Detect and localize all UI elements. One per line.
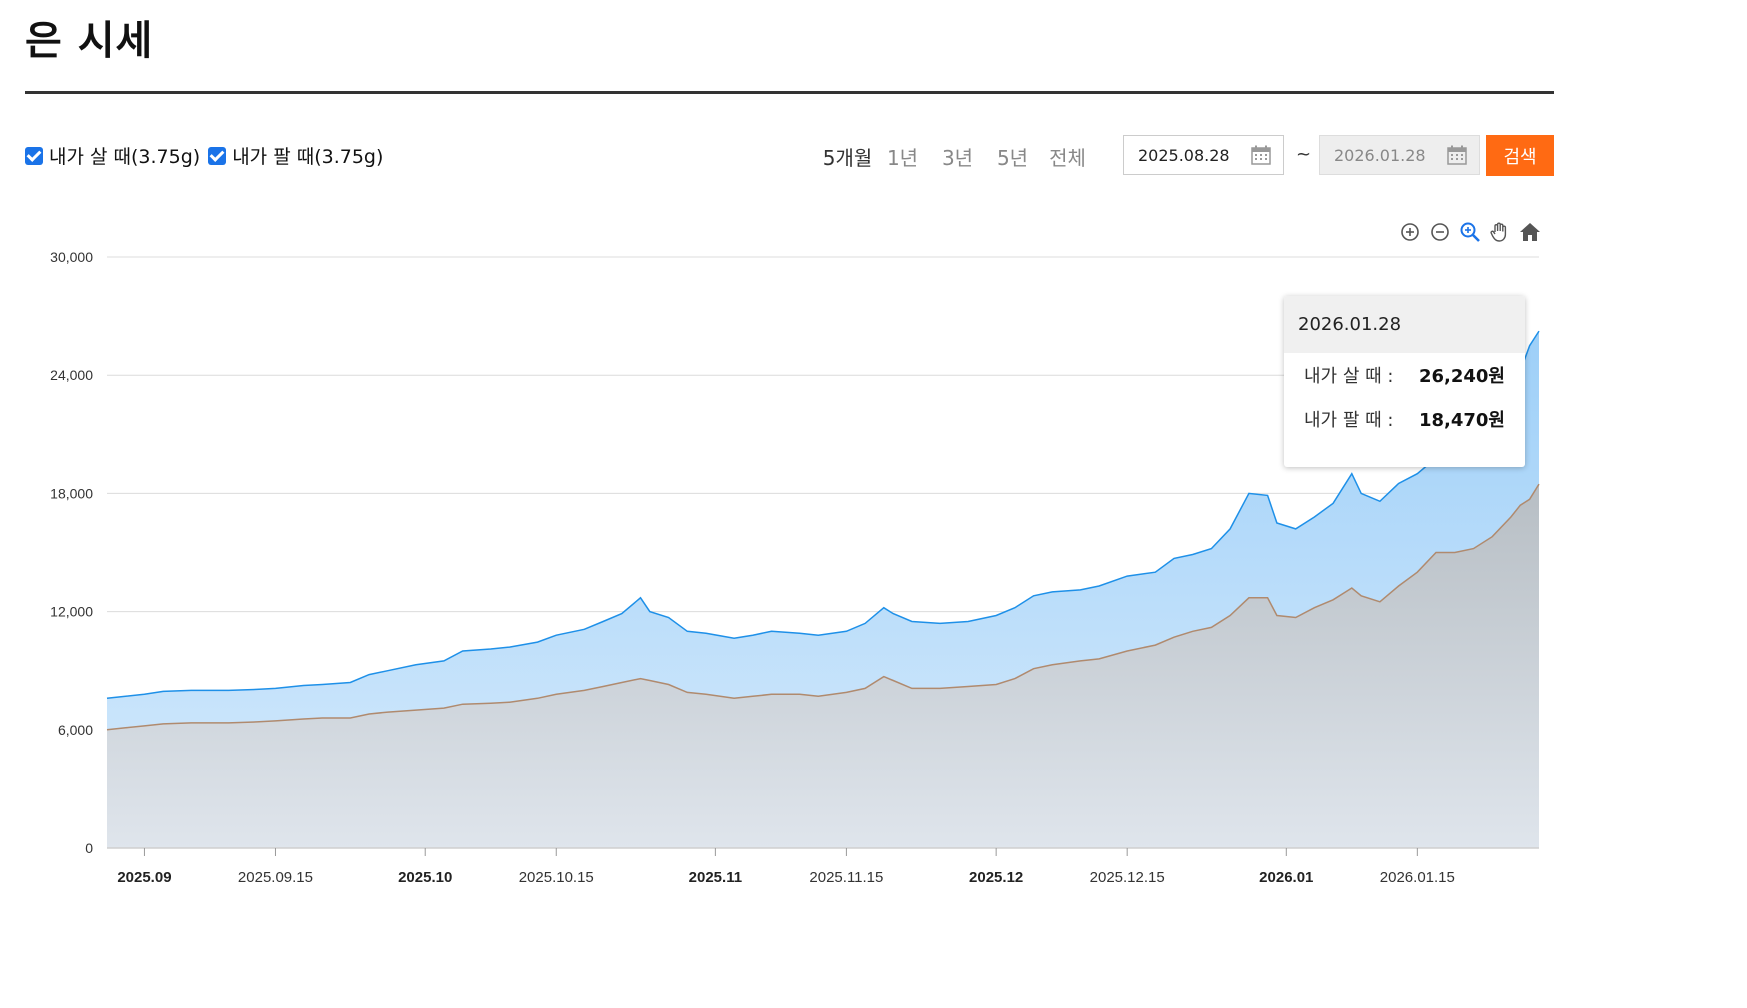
y-axis: 0 6,000 12,000 18,000 24,000 30,000 (50, 249, 93, 856)
legend-buy[interactable]: 내가 살 때(3.75g) (25, 142, 200, 169)
end-date-input[interactable]: 2026.01.28 (1319, 135, 1480, 175)
title-divider (25, 91, 1554, 94)
search-button[interactable]: 검색 (1486, 135, 1554, 176)
start-date-value: 2025.08.28 (1138, 145, 1230, 165)
x-tick-label: 2025.12.15 (1090, 869, 1165, 886)
calendar-icon[interactable] (1251, 145, 1271, 165)
tooltip-buy-label: 내가 살 때 : (1304, 366, 1394, 387)
legend-buy-label: 내가 살 때(3.75g) (49, 146, 201, 168)
tooltip-date: 2026.01.28 (1284, 296, 1525, 353)
calendar-icon[interactable] (1447, 145, 1467, 165)
tooltip-sell-label: 내가 팔 때 : (1304, 410, 1394, 431)
x-tick-label: 2025.10 (398, 869, 452, 886)
y-tick-label: 12,000 (50, 604, 93, 620)
x-tick-label: 2025.12 (969, 869, 1023, 886)
period-5-months[interactable]: 5개월 (820, 142, 875, 171)
y-tick-label: 6,000 (58, 722, 93, 738)
end-date-value: 2026.01.28 (1334, 145, 1426, 165)
x-tick-label: 2025.09 (117, 869, 171, 886)
y-tick-label: 24,000 (50, 367, 93, 383)
start-date-input[interactable]: 2025.08.28 (1123, 135, 1284, 175)
y-tick-label: 0 (85, 840, 93, 856)
chart-tooltip: 2026.01.28 내가 살 때 : 26,240원 내가 팔 때 : 18,… (1284, 296, 1525, 467)
x-tick-label: 2025.11 (689, 869, 742, 886)
period-1-year[interactable]: 1년 (875, 142, 930, 171)
period-selector: 5개월 1년 3년 5년 전체 (820, 142, 1095, 171)
x-axis: 2025.09 2025.09.15 2025.10 2025.10.15 2025.1… (107, 847, 1539, 886)
tooltip-sell-row: 내가 팔 때 : 18,470원 (1284, 397, 1525, 441)
tooltip-buy-row: 내가 살 때 : 26,240원 (1284, 353, 1525, 397)
x-tick-label: 2025.09.15 (238, 869, 313, 886)
tooltip-sell-value: 18,470원 (1418, 410, 1505, 431)
legend-sell[interactable]: 내가 팔 때(3.75g) (208, 142, 383, 169)
x-tick-label: 2025.11.15 (809, 869, 883, 886)
sell-checkbox[interactable] (208, 146, 227, 165)
period-5-years[interactable]: 5년 (985, 142, 1040, 171)
y-tick-label: 18,000 (50, 485, 93, 501)
y-tick-label: 30,000 (50, 249, 93, 265)
period-3-years[interactable]: 3년 (930, 142, 985, 171)
tooltip-buy-value: 26,240원 (1418, 366, 1505, 387)
x-tick-label: 2026.01 (1259, 869, 1313, 886)
page-title: 은 시세 (25, 18, 154, 64)
date-range-separator: ~ (1296, 144, 1312, 165)
legend-sell-label: 내가 팔 때(3.75g) (232, 146, 384, 168)
x-tick-label: 2026.01.15 (1380, 869, 1455, 886)
x-tick-label: 2025.10.15 (519, 869, 594, 886)
series-legend: 내가 살 때(3.75g) 내가 팔 때(3.75g) (25, 142, 383, 169)
period-all[interactable]: 전체 (1040, 142, 1095, 171)
buy-checkbox[interactable] (25, 146, 43, 165)
